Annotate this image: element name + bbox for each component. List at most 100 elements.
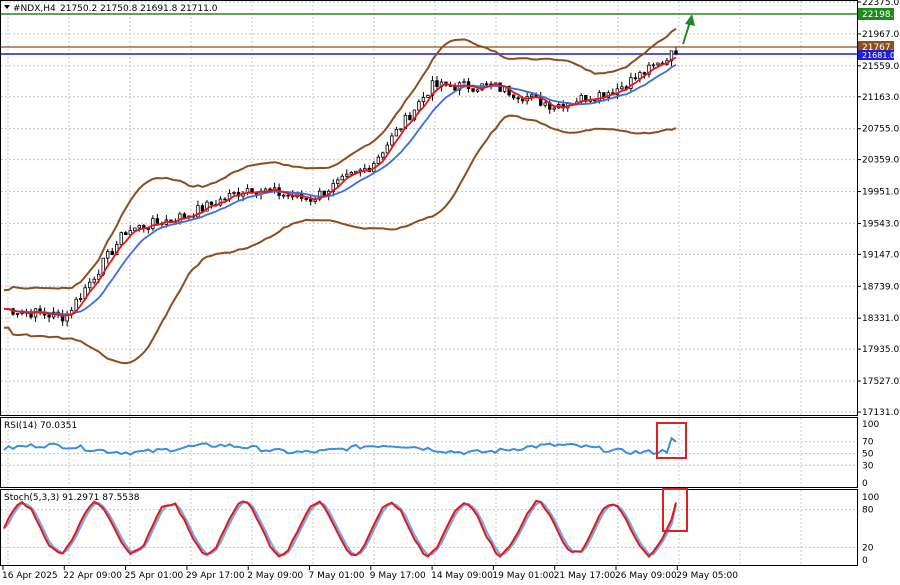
candle-body — [453, 85, 457, 91]
candle-body — [435, 80, 439, 87]
candle-body — [426, 94, 430, 98]
rsi-panel[interactable] — [0, 417, 858, 488]
candle-body — [119, 232, 123, 245]
candle-body — [394, 129, 399, 137]
candle-body — [304, 198, 308, 200]
candle-body — [381, 152, 385, 158]
stoch-tick-label: 80 — [862, 506, 874, 516]
candle-body — [209, 201, 214, 205]
x-tick-label: 25 Apr 01:00 — [125, 571, 184, 581]
x-tick-label: 22 Apr 09:00 — [63, 571, 122, 581]
candle-body — [146, 228, 151, 230]
x-tick-label: 9 May 17:00 — [370, 571, 426, 581]
price-tick-label: 19543.0 — [862, 219, 899, 229]
candle-body — [516, 97, 520, 100]
stoch-label: Stoch(5,3,3) 91.2971 87.5538 — [4, 493, 140, 503]
candle-body — [87, 281, 92, 289]
candle-body — [345, 173, 349, 177]
x-tick-label: 14 May 09:00 — [431, 571, 493, 581]
rsi-tick-label: 0 — [862, 479, 868, 489]
candle-body — [340, 175, 344, 181]
candle-body — [151, 218, 155, 230]
candle-body — [529, 94, 534, 98]
svg-text:22198.0: 22198.0 — [862, 10, 899, 20]
candle-body — [376, 156, 381, 164]
x-tick-label: 7 May 01:00 — [309, 571, 365, 581]
price-tick-label: 21967.0 — [862, 30, 899, 40]
price-tick-label: 21163.0 — [862, 93, 899, 103]
chart-header: #NDX,H4 21750.2 21750.8 21691.8 21711.0 — [4, 4, 218, 14]
candle-body — [308, 199, 313, 202]
candle-body — [620, 86, 624, 90]
candle-body — [106, 251, 110, 259]
rsi-label: RSI(14) 70.0351 — [4, 421, 77, 431]
price-tag-resistance: 22198.0 — [858, 8, 899, 20]
candle-body — [286, 194, 290, 197]
x-tick-label: 29 Apr 17:00 — [186, 571, 245, 581]
price-tick-label: 20359.0 — [862, 156, 899, 166]
x-tick-label: 16 Apr 2025 — [2, 571, 58, 581]
candle-body — [399, 128, 403, 131]
price-tick-label: 21559.0 — [862, 62, 899, 72]
symbol-label: #NDX,H4 — [13, 4, 56, 14]
stoch-tick-label: 20 — [862, 543, 874, 553]
candle-body — [633, 77, 638, 80]
candle-body — [322, 190, 326, 196]
candle-body — [674, 50, 678, 55]
candle-body — [462, 81, 466, 84]
candle-body — [475, 89, 480, 92]
rsi-tick-label: 30 — [862, 461, 874, 471]
price-panel[interactable] — [0, 0, 858, 416]
candle-body — [552, 107, 556, 110]
candle-body — [78, 298, 83, 300]
svg-text:21681.0: 21681.0 — [862, 51, 895, 60]
x-tick-label: 21 May 17:00 — [554, 571, 616, 581]
candle-body — [498, 82, 502, 92]
x-tick-label: 29 May 05:00 — [676, 571, 738, 581]
price-tick-label: 17131.0 — [862, 408, 899, 418]
candle-body — [47, 314, 51, 318]
price-tick-label: 18331.0 — [862, 314, 899, 324]
candle-body — [124, 232, 128, 236]
rsi-tick-label: 100 — [862, 420, 879, 430]
candle-body — [349, 172, 353, 175]
price-tick-label: 20755.0 — [862, 125, 899, 135]
candle-body — [408, 114, 412, 121]
candle-body — [417, 101, 421, 111]
candle-body — [281, 194, 286, 197]
candle-body — [169, 219, 173, 222]
candle-body — [110, 251, 114, 255]
candle-body — [484, 83, 489, 86]
price-tick-label: 19951.0 — [862, 188, 899, 198]
candle-body — [471, 88, 475, 92]
candle-body — [223, 198, 227, 201]
candle-body — [92, 278, 96, 283]
price-tick-label: 19147.0 — [862, 250, 899, 260]
candle-body — [137, 225, 142, 229]
price-chart[interactable]: 22375.0 21967.0 21559.0 21163.0 20755.0 20359… — [0, 0, 900, 585]
candle-body — [200, 205, 205, 212]
candle-body — [543, 102, 547, 106]
price-tick-label: 17527.0 — [862, 377, 899, 387]
x-tick-label: 2 May 09:00 — [247, 571, 303, 581]
candle-body — [421, 96, 426, 103]
x-tick-label: 26 May 09:00 — [615, 571, 677, 581]
candle-body — [336, 179, 340, 184]
stoch-tick-label: 100 — [862, 493, 879, 503]
candle-body — [656, 62, 660, 66]
candle-body — [182, 213, 187, 218]
candle-body — [15, 313, 20, 315]
price-tick-label: 22375.0 — [862, 0, 899, 8]
stoch-tick-label: 0 — [862, 556, 868, 566]
price-tick-label: 17935.0 — [862, 345, 899, 355]
rsi-tick-label: 70 — [862, 438, 874, 448]
candle-body — [651, 64, 656, 67]
candle-body — [390, 135, 394, 146]
candle-body — [511, 94, 516, 99]
x-tick-label: 19 May 01:00 — [492, 571, 554, 581]
price-tick-label: 18739.0 — [862, 282, 899, 292]
ohlc-label: 21750.2 21750.8 21691.8 21711.0 — [60, 4, 218, 14]
price-axis: 22375.0 21967.0 21559.0 21163.0 20755.0 20359… — [857, 0, 899, 418]
rsi-tick-label: 50 — [862, 450, 874, 460]
price-tag-current: 21681.0 — [858, 50, 895, 60]
